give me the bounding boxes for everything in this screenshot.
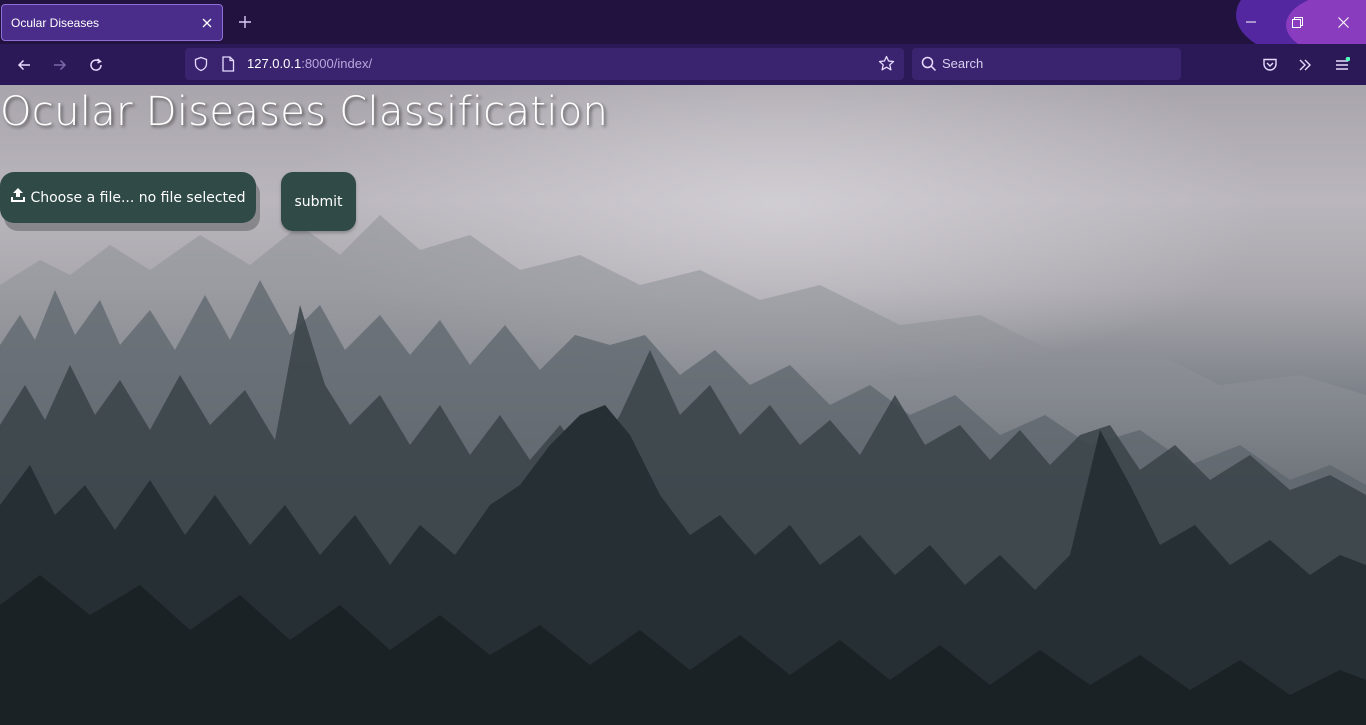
url-text[interactable]: 127.0.0.1:8000/index/: [247, 56, 372, 71]
page-icon[interactable]: [221, 56, 235, 76]
search-input[interactable]: Search: [942, 56, 983, 71]
search-icon: [921, 56, 937, 76]
page-title: Ocular Diseases Classification: [0, 89, 609, 135]
minimize-button[interactable]: [1228, 0, 1274, 44]
address-bar[interactable]: 127.0.0.1:8000/index/: [185, 48, 904, 80]
shield-icon[interactable]: [193, 56, 209, 76]
tab-ocular-diseases[interactable]: Ocular Diseases: [1, 4, 223, 41]
page-background: Ocular Diseases Classification Choose a …: [0, 85, 1366, 725]
pocket-icon[interactable]: [1255, 50, 1285, 80]
close-window-button[interactable]: [1320, 0, 1366, 44]
browser-titlebar: Ocular Diseases: [0, 0, 1366, 44]
search-bar[interactable]: Search: [912, 48, 1181, 80]
new-tab-button[interactable]: [231, 8, 259, 36]
bookmark-star-icon[interactable]: [878, 55, 895, 76]
tab-title: Ocular Diseases: [11, 15, 100, 30]
reload-button[interactable]: [81, 50, 111, 80]
submit-label: submit: [294, 193, 343, 210]
url-path: :8000/index/: [301, 56, 373, 71]
back-button[interactable]: [9, 50, 39, 80]
menu-icon[interactable]: [1327, 50, 1357, 80]
upload-icon: [10, 188, 26, 207]
forward-button[interactable]: [45, 50, 75, 80]
choose-file-label: Choose a file... no file selected: [30, 189, 246, 206]
url-host: 127.0.0.1: [247, 56, 302, 71]
overflow-chevron-icon[interactable]: [1290, 50, 1320, 80]
close-icon[interactable]: [192, 8, 222, 38]
browser-toolbar: 127.0.0.1:8000/index/ Search: [0, 44, 1366, 85]
submit-button[interactable]: submit: [281, 172, 356, 231]
restore-button[interactable]: [1274, 0, 1320, 44]
choose-file-button[interactable]: Choose a file... no file selected: [0, 172, 256, 223]
